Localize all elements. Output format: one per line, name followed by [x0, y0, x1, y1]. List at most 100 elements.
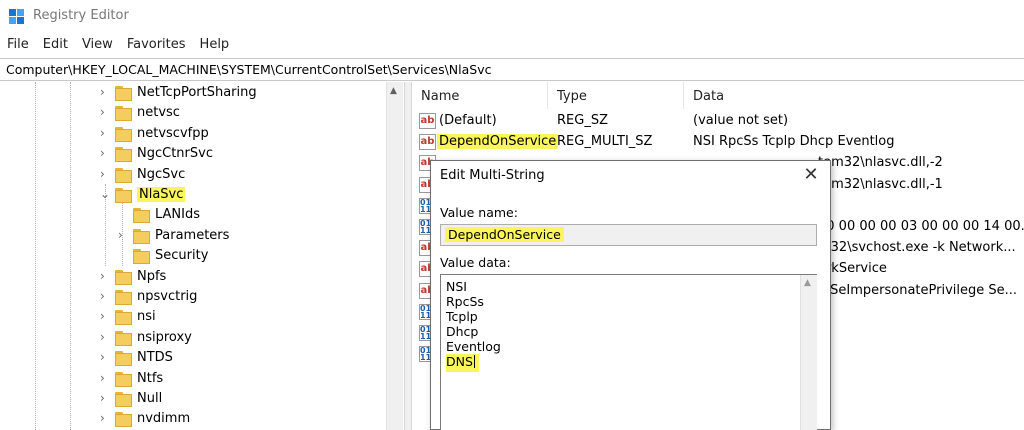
- menu-help[interactable]: Help: [193, 35, 237, 57]
- folder-icon: [115, 106, 132, 122]
- no-expander: [118, 207, 130, 223]
- chevron-right-icon[interactable]: ›: [100, 269, 112, 285]
- menu-file[interactable]: File: [0, 35, 36, 57]
- text-cursor: [473, 355, 475, 368]
- address-bar[interactable]: Computer\HKEY_LOCAL_MACHINE\SYSTEM\Curre…: [0, 58, 1024, 81]
- value-data-cell: NSI RpcSs Tcplp Dhcp Eventlog: [693, 134, 895, 150]
- folder-icon: [133, 249, 150, 265]
- tree-item-label: Null: [137, 391, 163, 406]
- tree-item-ngcsvc[interactable]: › NgcSvc: [0, 166, 386, 186]
- window-title: Registry Editor: [33, 8, 129, 23]
- chevron-right-icon[interactable]: ›: [100, 371, 112, 387]
- chevron-right-icon[interactable]: ›: [100, 309, 112, 325]
- value-data-line: Eventlog: [446, 339, 501, 354]
- value-data-new-text: DNS: [446, 354, 473, 369]
- value-data-cell: tem32\nlasvc.dll,-2: [818, 155, 943, 171]
- value-data-line: Tcplp: [446, 309, 478, 324]
- string-value-icon: ab: [419, 134, 436, 151]
- chevron-right-icon[interactable]: ›: [100, 391, 112, 407]
- menu-edit[interactable]: Edit: [36, 35, 75, 57]
- chevron-right-icon[interactable]: ›: [100, 126, 112, 142]
- tree-item-ntfs[interactable]: › Ntfs: [0, 370, 386, 390]
- value-data-cell: tem32\nlasvc.dll,-1: [818, 176, 943, 192]
- tree-item-label: netvsc: [137, 105, 180, 121]
- folder-icon: [115, 371, 132, 387]
- tree-scrollbar[interactable]: ▲: [386, 82, 403, 430]
- scroll-up-arrow-icon[interactable]: ▲: [390, 86, 397, 96]
- tree-item-npsvctrig[interactable]: › npsvctrig: [0, 288, 386, 308]
- menu-bar: File Edit View Favorites Help: [0, 35, 236, 57]
- pane-splitter[interactable]: [404, 82, 412, 430]
- scroll-up-arrow-icon[interactable]: ▲: [804, 278, 811, 288]
- tree-item-label: NTDS: [137, 350, 173, 366]
- tree-item-netvsc[interactable]: › netvsc: [0, 104, 386, 124]
- value-data-line-new: DNS: [446, 354, 479, 372]
- value-data-cell: e SeImpersonatePrivilege Se...: [818, 282, 1018, 298]
- menu-view[interactable]: View: [75, 35, 120, 57]
- tree-item-nsiproxy[interactable]: › nsiproxy: [0, 329, 386, 349]
- tree-item-label: Ntfs: [137, 370, 164, 386]
- tree-item-npfs[interactable]: › Npfs: [0, 268, 386, 288]
- registry-tree: › NetTcpPortSharing › netvsc › netvscvfpp › Ngc…: [0, 82, 405, 430]
- chevron-right-icon[interactable]: ›: [100, 289, 112, 305]
- tree-item-security[interactable]: Security: [0, 247, 386, 267]
- folder-icon: [115, 147, 132, 163]
- list-row[interactable]: ab DependOnService REG_MULTI_SZ NSI RpcSs T…: [412, 132, 1024, 153]
- value-name-label: Value name:: [440, 205, 518, 220]
- tree-item-nsi[interactable]: › nsi: [0, 308, 386, 328]
- tree-item-lanids[interactable]: LANIds: [0, 206, 386, 226]
- chevron-right-icon[interactable]: ›: [100, 350, 112, 366]
- value-data-scrollbar[interactable]: ▲: [800, 275, 817, 430]
- chevron-down-icon[interactable]: ⌄: [100, 187, 112, 203]
- tree-item-null[interactable]: › Null: [0, 390, 386, 410]
- value-name-cell: (Default): [439, 113, 497, 128]
- column-header-type[interactable]: Type: [548, 82, 684, 109]
- dialog-title: Edit Multi-String: [440, 168, 545, 183]
- value-name-field[interactable]: DependOnService: [440, 224, 817, 246]
- menu-favorites[interactable]: Favorites: [120, 35, 193, 57]
- value-data-line: RpcSs: [446, 294, 484, 309]
- folder-icon: [115, 290, 132, 305]
- chevron-right-icon[interactable]: ›: [100, 167, 112, 183]
- value-data-cell: m32\svchost.exe -k Network...: [818, 240, 1016, 256]
- tree-item-label: LANIds: [155, 207, 201, 223]
- tree-item-ngcctnrsvc[interactable]: › NgcCtnrSvc: [0, 145, 386, 165]
- tree-item-nlasvc[interactable]: ⌄ NlaSvc: [0, 186, 386, 206]
- tree-item-label: NgcCtnrSvc: [137, 146, 213, 162]
- value-data-cell: (value not set): [693, 113, 789, 128]
- value-type-cell: REG_MULTI_SZ: [557, 134, 653, 150]
- tree-item-nvdimm[interactable]: › nvdimm: [0, 410, 386, 430]
- chevron-right-icon[interactable]: ›: [100, 105, 112, 121]
- chevron-right-icon[interactable]: ›: [118, 228, 130, 244]
- value-data-line: Dhcp: [446, 324, 479, 339]
- tree-item-ntds[interactable]: › NTDS: [0, 349, 386, 369]
- tree-item-label: Npfs: [137, 268, 167, 284]
- edit-multi-string-dialog: Edit Multi-String ✕ Value name: DependOn…: [430, 160, 831, 430]
- value-data-lines: NSI RpcSs Tcplp Dhcp Eventlog DNS: [446, 279, 501, 372]
- string-value-icon: ab: [419, 113, 436, 129]
- column-header-data[interactable]: Data: [684, 82, 1024, 109]
- list-row[interactable]: ab (Default) REG_SZ (value not set): [412, 111, 1024, 132]
- column-header-name[interactable]: Name: [412, 82, 548, 109]
- close-icon[interactable]: ✕: [799, 163, 823, 187]
- tree-item-label: Parameters: [155, 227, 230, 243]
- no-expander: [118, 248, 130, 264]
- folder-icon: [115, 412, 132, 428]
- value-name-cell: DependOnService: [437, 134, 559, 150]
- value-data-cell: 00 00 00 00 03 00 00 00 14 00...: [818, 219, 1024, 234]
- chevron-right-icon[interactable]: ›: [100, 146, 112, 162]
- tree-item-label: npsvctrig: [137, 289, 198, 304]
- folder-icon: [115, 330, 132, 346]
- value-data-textarea[interactable]: NSI RpcSs Tcplp Dhcp Eventlog DNS ▲: [440, 274, 817, 430]
- folder-icon: [115, 126, 132, 142]
- chevron-right-icon[interactable]: ›: [100, 330, 112, 346]
- value-data-line: NSI: [446, 279, 467, 294]
- folder-icon: [115, 310, 132, 326]
- tree-item-label: NlaSvc: [137, 187, 186, 202]
- chevron-right-icon[interactable]: ›: [100, 411, 112, 427]
- folder-icon: [133, 228, 150, 244]
- tree-item-netvscvfpp[interactable]: › netvscvfpp: [0, 125, 386, 145]
- tree-item-nettcpportsharing[interactable]: › NetTcpPortSharing: [0, 84, 386, 104]
- chevron-right-icon[interactable]: ›: [100, 85, 112, 101]
- tree-item-parameters[interactable]: › Parameters: [0, 227, 386, 247]
